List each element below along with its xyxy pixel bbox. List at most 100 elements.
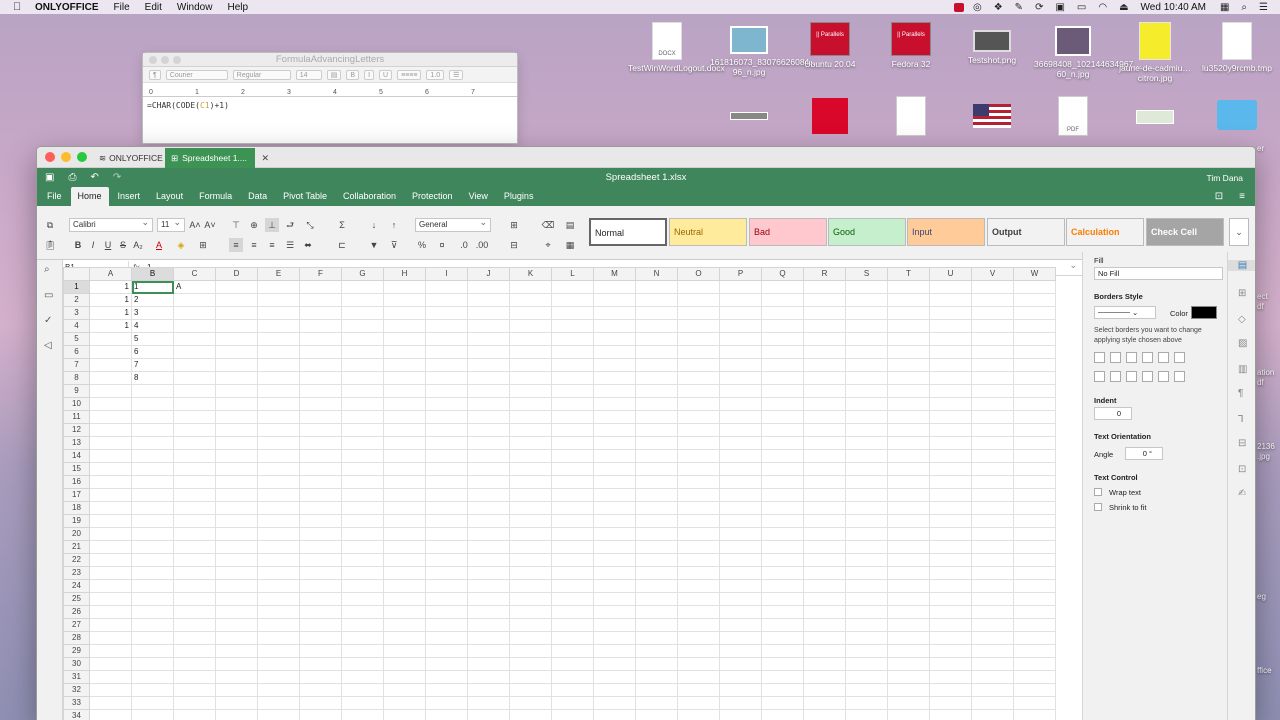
cell-O5[interactable] <box>677 332 720 346</box>
cell-R11[interactable] <box>803 410 846 424</box>
cell-K1[interactable] <box>509 280 552 294</box>
text-color-button[interactable]: ▤ <box>326 69 342 80</box>
cell-F34[interactable] <box>299 709 342 720</box>
cell-O22[interactable] <box>677 553 720 567</box>
underline-icon[interactable]: U <box>101 238 115 252</box>
cell-F10[interactable] <box>299 397 342 411</box>
cell-W11[interactable] <box>1013 410 1056 424</box>
cell-C27[interactable] <box>173 618 216 632</box>
cell-F23[interactable] <box>299 566 342 580</box>
cell-M7[interactable] <box>593 358 636 372</box>
cell-R8[interactable] <box>803 371 846 385</box>
cell-P9[interactable] <box>719 384 762 398</box>
cell-H10[interactable] <box>383 397 426 411</box>
cell-M11[interactable] <box>593 410 636 424</box>
cell-L19[interactable] <box>551 514 594 528</box>
cell-V27[interactable] <box>971 618 1014 632</box>
cell-J20[interactable] <box>467 527 510 541</box>
cell-B33[interactable] <box>131 696 174 710</box>
cell-T34[interactable] <box>887 709 930 720</box>
dropbox-icon[interactable]: ❖ <box>994 2 1003 13</box>
cell-I13[interactable] <box>425 436 468 450</box>
cell-W8[interactable] <box>1013 371 1056 385</box>
cell-I25[interactable] <box>425 592 468 606</box>
cell-R7[interactable] <box>803 358 846 372</box>
cell-F7[interactable] <box>299 358 342 372</box>
cell-T16[interactable] <box>887 475 930 489</box>
cell-R6[interactable] <box>803 345 846 359</box>
decrease-font-icon[interactable]: A˅ <box>203 218 217 232</box>
cell-F17[interactable] <box>299 488 342 502</box>
cell-C12[interactable] <box>173 423 216 437</box>
cell-U7[interactable] <box>929 358 972 372</box>
cell-T10[interactable] <box>887 397 930 411</box>
cell-U31[interactable] <box>929 670 972 684</box>
cell-V1[interactable] <box>971 280 1014 294</box>
cell-O24[interactable] <box>677 579 720 593</box>
cell-P6[interactable] <box>719 345 762 359</box>
cell-T6[interactable] <box>887 345 930 359</box>
desktop-icon-folder[interactable] <box>1198 100 1276 130</box>
cell-J12[interactable] <box>467 423 510 437</box>
outer-borders-icon[interactable] <box>1142 352 1153 363</box>
column-header[interactable]: I <box>425 267 468 281</box>
row-header[interactable]: 34 <box>63 709 90 720</box>
cell-L28[interactable] <box>551 631 594 645</box>
cell-R22[interactable] <box>803 553 846 567</box>
cell-A16[interactable] <box>89 475 132 489</box>
cell-C5[interactable] <box>173 332 216 346</box>
cell-F16[interactable] <box>299 475 342 489</box>
cell-G27[interactable] <box>341 618 384 632</box>
cell-E5[interactable] <box>257 332 300 346</box>
diagonal-up-icon[interactable] <box>1158 352 1169 363</box>
cell-I17[interactable] <box>425 488 468 502</box>
row-header[interactable]: 3 <box>63 306 90 320</box>
filter-icon[interactable]: ▼ <box>367 238 381 252</box>
cell-B11[interactable] <box>131 410 174 424</box>
cell-Q3[interactable] <box>761 306 804 320</box>
cell-H14[interactable] <box>383 449 426 463</box>
cell-M9[interactable] <box>593 384 636 398</box>
cell-D17[interactable] <box>215 488 258 502</box>
cell-C21[interactable] <box>173 540 216 554</box>
cell-Q9[interactable] <box>761 384 804 398</box>
cell-U23[interactable] <box>929 566 972 580</box>
cell-P16[interactable] <box>719 475 762 489</box>
cell-S32[interactable] <box>845 683 888 697</box>
cell-F33[interactable] <box>299 696 342 710</box>
copy-style-icon[interactable]: ⌖ <box>541 238 555 252</box>
cell-U18[interactable] <box>929 501 972 515</box>
cell-U21[interactable] <box>929 540 972 554</box>
cell-L26[interactable] <box>551 605 594 619</box>
cell-O10[interactable] <box>677 397 720 411</box>
cell-R1[interactable] <box>803 280 846 294</box>
cell-L6[interactable] <box>551 345 594 359</box>
cell-I30[interactable] <box>425 657 468 671</box>
cell-S15[interactable] <box>845 462 888 476</box>
cell-D33[interactable] <box>215 696 258 710</box>
column-header[interactable]: C <box>173 267 216 281</box>
cell-V19[interactable] <box>971 514 1014 528</box>
percent-icon[interactable]: % <box>415 238 429 252</box>
cell-D6[interactable] <box>215 345 258 359</box>
cell-O12[interactable] <box>677 423 720 437</box>
cell-G9[interactable] <box>341 384 384 398</box>
cell-P19[interactable] <box>719 514 762 528</box>
cell-I29[interactable] <box>425 644 468 658</box>
cell-N24[interactable] <box>635 579 678 593</box>
cell-R9[interactable] <box>803 384 846 398</box>
select-all-corner[interactable] <box>63 267 90 281</box>
cell-E32[interactable] <box>257 683 300 697</box>
cell-styles-expand-icon[interactable]: ⌄ <box>1229 218 1249 246</box>
cell-N20[interactable] <box>635 527 678 541</box>
desktop-icon-jaune[interactable]: jaune-de-cadmiu…citron.jpg <box>1116 22 1194 83</box>
cell-N7[interactable] <box>635 358 678 372</box>
cell-Q29[interactable] <box>761 644 804 658</box>
cell-T24[interactable] <box>887 579 930 593</box>
cell-W33[interactable] <box>1013 696 1056 710</box>
cell-W30[interactable] <box>1013 657 1056 671</box>
cell-U17[interactable] <box>929 488 972 502</box>
italic-button[interactable]: I <box>364 69 375 80</box>
cell-I19[interactable] <box>425 514 468 528</box>
cell-P14[interactable] <box>719 449 762 463</box>
